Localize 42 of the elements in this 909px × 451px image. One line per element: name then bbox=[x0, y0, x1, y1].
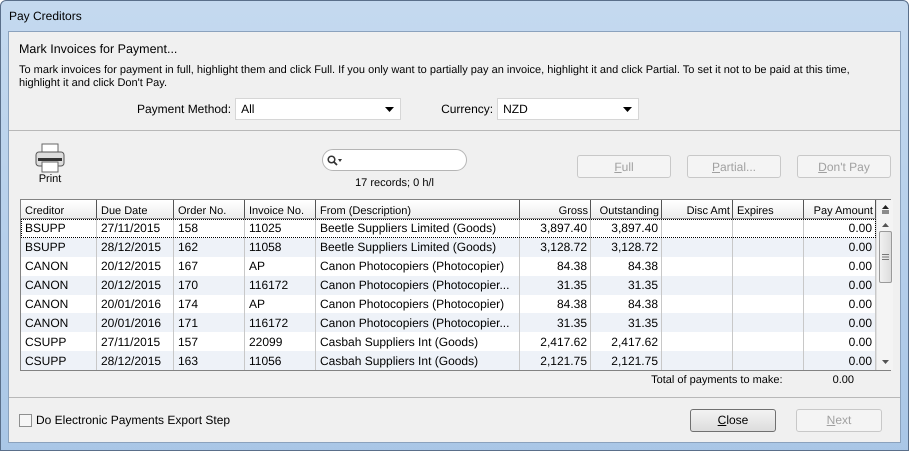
dropdown-field[interactable]: NZD bbox=[497, 98, 640, 120]
table-cell: 2,121.75 bbox=[520, 351, 591, 370]
search-field[interactable] bbox=[322, 149, 467, 171]
table-row[interactable]: BSUPP 28/12/2015 162 11058 Beetle Suppliers Limited (Goods) 3,128.72 3,128.72 0.00 bbox=[21, 238, 876, 257]
total-value: 0.00 bbox=[832, 374, 854, 388]
column-header[interactable]: Invoice No. bbox=[245, 200, 316, 219]
filter-label: Payment Method: bbox=[137, 102, 232, 116]
table-row[interactable]: BSUPP 27/11/2015 158 11025 Beetle Suppliers Limited (Goods) 3,897.40 3,897.40 0.00 bbox=[21, 219, 876, 238]
table-row[interactable]: CSUPP 28/12/2015 163 11056 Casbah Suppliers Int (Goods) 2,121.75 2,121.75 0.00 bbox=[21, 351, 876, 370]
column-header[interactable]: Disc Amt bbox=[662, 200, 733, 219]
dropdown-caret-icon bbox=[623, 106, 632, 112]
records-status: 17 records; 0 h/l bbox=[355, 177, 434, 189]
search-icon bbox=[327, 154, 343, 166]
table-cell: 163 bbox=[174, 351, 245, 370]
instructions-text: To mark invoices for payment in full, highlight them and click Full. If you only want to partially pay an invoice, highlight it and click Partial. To set it not to be paid at this time, highlight it and click Don't Pay. bbox=[19, 64, 851, 90]
table-cell: 2,121.75 bbox=[591, 351, 662, 370]
column-header[interactable]: Pay Amount bbox=[804, 200, 876, 219]
export-checkbox[interactable] bbox=[19, 414, 32, 426]
table-cell: 28/12/2015 bbox=[97, 351, 174, 370]
print-button[interactable]: Print bbox=[30, 143, 70, 185]
dropdown-field[interactable]: All bbox=[235, 98, 402, 120]
column-header[interactable]: Order No. bbox=[174, 200, 245, 219]
column-header[interactable]: Gross bbox=[520, 200, 591, 219]
table-row[interactable]: CANON 20/01/2016 174 AP Canon Photocopiers (Photocopier) 84.38 84.38 0.00 bbox=[21, 294, 876, 314]
table-cell: CSUPP bbox=[21, 351, 97, 370]
dropdown-caret-icon bbox=[385, 106, 394, 112]
scrollbar-thumb[interactable] bbox=[878, 231, 892, 283]
column-header[interactable]: Outstanding bbox=[591, 200, 662, 219]
table-row[interactable]: CANON 20/12/2015 170 116172 Canon Photocopiers (Photocopier... 31.35 31.35 0.00 bbox=[21, 276, 876, 294]
filter-label: Currency: bbox=[441, 102, 494, 116]
column-header[interactable]: Expires bbox=[733, 200, 804, 219]
column-header[interactable]: Creditor bbox=[21, 200, 97, 219]
table-cell: 11056 bbox=[245, 351, 316, 370]
checkbox-label: Do Electronic Payments Export Step bbox=[36, 413, 230, 427]
section-heading: Mark Invoices for Payment... bbox=[19, 42, 178, 56]
window-title: Pay Creditors bbox=[9, 9, 82, 23]
footer-button[interactable]: Close bbox=[690, 408, 776, 432]
column-header[interactable]: From (Description) bbox=[316, 200, 520, 219]
table-row[interactable]: CANON 20/01/2016 171 116172 Canon Photocopiers (Photocopier... 31.35 31.35 0.00 bbox=[21, 313, 876, 332]
table-cell: Casbah Suppliers Int (Goods) bbox=[316, 351, 520, 370]
total-label: Total of payments to make: bbox=[651, 374, 783, 388]
column-header[interactable]: Due Date bbox=[97, 200, 174, 219]
